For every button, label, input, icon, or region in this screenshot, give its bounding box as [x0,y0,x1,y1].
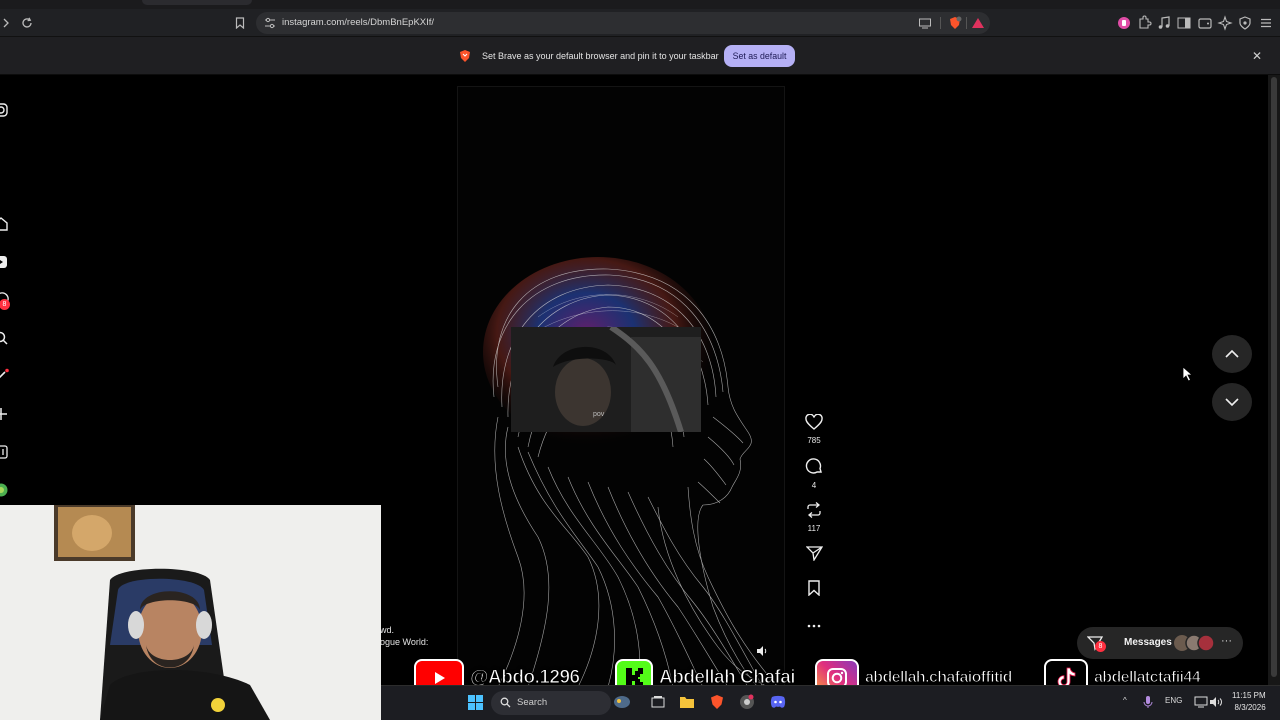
messages-badge: 8 [1095,641,1106,652]
webcam-overlay [0,505,381,720]
microphone-icon[interactable] [1139,693,1157,711]
repost-icon[interactable] [805,502,823,518]
chevron-up-icon [1225,349,1239,358]
next-reel-button[interactable] [1212,383,1252,421]
active-tab[interactable] [142,0,252,5]
explore-icon[interactable] [0,368,10,384]
wallet-icon[interactable] [1197,15,1213,31]
comment-icon[interactable] [805,458,823,475]
forward-icon[interactable] [0,13,16,33]
start-icon[interactable] [466,693,484,711]
taskbar-clock[interactable]: 11:15 PM 8/3/2026 [1232,690,1266,714]
tab-strip [0,0,1280,9]
more-action[interactable] [799,616,829,634]
comment-action[interactable]: 4 [799,458,829,490]
create-icon[interactable] [0,406,10,422]
vpn-shield-icon[interactable] [1237,15,1253,31]
brave-logo-icon [460,50,470,62]
profile-icon[interactable] [0,482,10,498]
taskbar-search-label: Search [517,697,548,708]
more-icon[interactable]: ··· [1221,635,1232,647]
address-bar[interactable]: instagram.com/reels/DbmBnEpKXIf/ [256,12,990,34]
home-icon[interactable] [0,216,10,232]
set-as-default-button[interactable]: Set as default [724,45,795,67]
widgets-icon[interactable] [613,693,631,711]
cast-icon[interactable] [918,16,932,30]
caption-line: ogue World: [380,637,429,647]
reels-icon[interactable] [0,254,10,270]
file-explorer-icon[interactable] [678,693,696,711]
chrome-icon[interactable] [738,693,756,711]
inset-tag: pov [593,411,605,418]
heart-icon[interactable] [805,413,823,430]
likes-count: 785 [807,436,821,445]
task-view-icon[interactable] [649,693,667,711]
share-icon[interactable] [804,545,823,562]
save-action[interactable] [799,580,829,601]
browser-toolbar: instagram.com/reels/DbmBnEpKXIf/ [0,9,1280,37]
chevron-down-icon [1225,398,1239,407]
previous-reel-button[interactable] [1212,335,1252,373]
leo-ai-icon[interactable] [1217,15,1233,31]
language-indicator[interactable]: ENG [1165,696,1182,705]
windows-taskbar: Search ^ ENG 11:15 PM 8/3/2026 [381,685,1280,720]
reel-caption: wd. ogue World: [380,624,428,648]
reel-video[interactable]: pov [457,86,785,686]
brave-browser-icon[interactable] [708,693,726,711]
page-scrollbar[interactable] [1268,75,1280,685]
brave-rewards-icon[interactable] [971,16,985,30]
divider [940,17,941,29]
reposts-count: 117 [807,524,821,533]
inset-face-image [511,327,701,432]
reload-icon[interactable] [17,13,37,33]
menu-icon[interactable] [1258,15,1274,31]
tray-chevron-icon[interactable]: ^ [1123,696,1127,705]
clock-time: 11:15 PM [1232,691,1266,700]
streamer-webcam-image [0,505,381,720]
caption-line: wd. [380,625,395,635]
scrollbar-thumb[interactable] [1271,77,1277,677]
comments-count: 4 [811,481,817,490]
sidebar-toggle-icon[interactable] [1176,15,1192,31]
reaction-inset-video: pov [511,327,701,432]
more-icon[interactable] [806,623,822,629]
instagram-icon[interactable] [0,102,10,118]
brave-shields-icon[interactable] [948,16,962,30]
share-action[interactable] [799,545,829,566]
volume-icon[interactable] [1207,693,1225,711]
default-browser-infobar: Set Brave as your default browser and pi… [0,37,1280,75]
divider [966,17,967,29]
conversation-avatars [1174,634,1215,652]
dashboard-icon[interactable] [0,444,10,460]
close-infobar-icon[interactable]: ✕ [1252,49,1262,63]
mouse-cursor-icon [1182,366,1194,382]
infobar-message: Set Brave as your default browser and pi… [482,51,719,61]
messages-label: Messages [1124,637,1172,648]
site-settings-icon[interactable] [264,17,276,29]
extensions-icon[interactable] [1136,15,1152,31]
discord-icon[interactable] [769,693,787,711]
clock-date: 8/3/2026 [1234,703,1266,712]
media-icon[interactable] [1156,15,1172,31]
search-icon [500,697,511,708]
messages-button[interactable]: 8 Messages ··· [1077,627,1243,659]
taskbar-search[interactable]: Search [491,691,611,715]
like-action[interactable]: 785 [799,413,829,445]
search-icon[interactable] [0,330,10,346]
save-icon[interactable] [807,580,821,597]
messenger-icon[interactable]: 8 [0,292,10,310]
repost-action[interactable]: 117 [799,502,829,533]
bookmark-page-icon[interactable] [230,13,250,33]
vpn-extension-icon[interactable] [1116,15,1132,31]
url-text[interactable]: instagram.com/reels/DbmBnEpKXIf/ [282,17,434,28]
